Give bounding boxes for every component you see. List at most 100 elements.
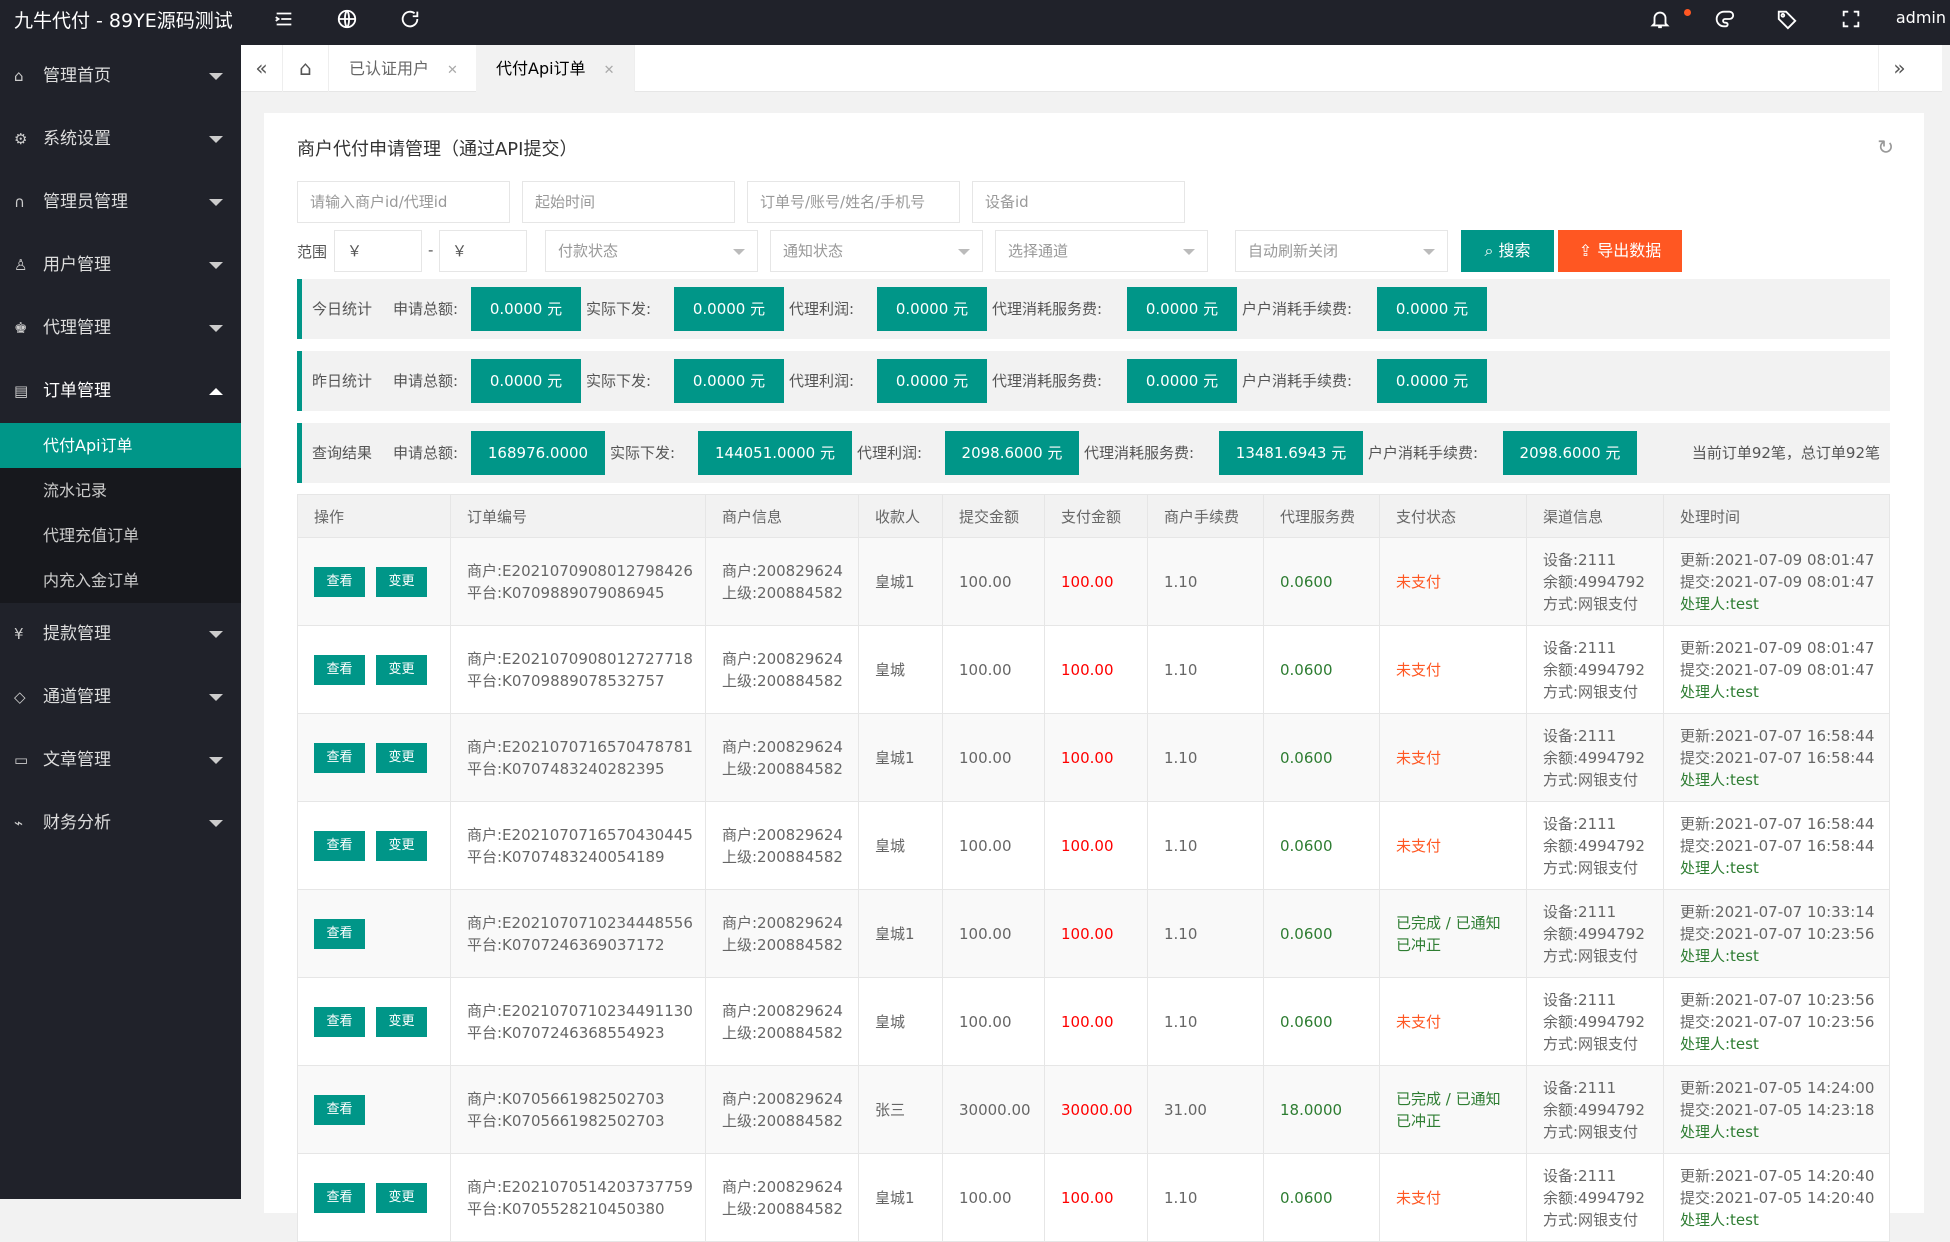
parent-id: 上级:200884582 bbox=[722, 935, 843, 954]
search-button[interactable]: ⌕ 搜索 bbox=[1461, 230, 1554, 272]
view-button[interactable]: 查看 bbox=[314, 830, 365, 861]
stat-label: 户户消耗手续费: bbox=[1242, 300, 1353, 318]
user-menu[interactable]: admin bbox=[1896, 8, 1946, 27]
change-button[interactable]: 变更 bbox=[376, 654, 427, 685]
order-number-cell: 商户:E2021070710234448556 平台:K0707246369037… bbox=[450, 889, 706, 978]
column-header: 支付状态 bbox=[1379, 494, 1527, 538]
top-header: 九牛代付 - 89YE源码测试 admin bbox=[0, 0, 1950, 45]
sidebar-sub-agent-recharge[interactable]: 代理充值订单 bbox=[0, 513, 241, 558]
bell-icon[interactable] bbox=[1647, 8, 1673, 34]
process-time-cell: 更新:2021-07-07 16:58:44 提交:2021-07-07 16:5… bbox=[1663, 713, 1890, 802]
tabs-prev-icon[interactable]: « bbox=[241, 45, 283, 92]
merchant-fee-cell: 1.10 bbox=[1147, 1153, 1264, 1242]
close-icon[interactable]: ✕ bbox=[604, 63, 615, 78]
tabs-next-icon[interactable]: » bbox=[1878, 45, 1920, 92]
column-header: 提交金额 bbox=[942, 494, 1045, 538]
parent-id: 上级:200884582 bbox=[722, 1199, 843, 1218]
view-button[interactable]: 查看 bbox=[314, 566, 365, 597]
tab-label: 代付Api订单 bbox=[496, 59, 586, 78]
view-button[interactable]: 查看 bbox=[314, 1094, 365, 1125]
sidebar-item-orders[interactable]: ▤ 订单管理 bbox=[0, 360, 241, 423]
change-button[interactable]: 变更 bbox=[376, 566, 427, 597]
device-id: 设备:2111 bbox=[1543, 726, 1617, 745]
view-button[interactable]: 查看 bbox=[314, 654, 365, 685]
sidebar-sub-api-orders[interactable]: 代付Api订单 bbox=[0, 423, 241, 468]
stat-label: 代理消耗服务费: bbox=[992, 300, 1103, 318]
sidebar-item-withdraw[interactable]: ¥ 提款管理 bbox=[0, 603, 241, 666]
export-button[interactable]: ⇪ 导出数据 bbox=[1558, 230, 1682, 272]
channel-select[interactable]: 选择通道 bbox=[995, 230, 1208, 272]
start-time-input[interactable]: 起始时间 bbox=[522, 181, 735, 223]
device-id-input[interactable]: 设备id bbox=[972, 181, 1185, 223]
view-button[interactable]: 查看 bbox=[314, 742, 365, 773]
merchant-order-no: 商户:E2021070716570430445 bbox=[467, 825, 693, 844]
paid-amount-cell: 100.00 bbox=[1044, 977, 1148, 1066]
merchant-fee-cell: 1.10 bbox=[1147, 801, 1264, 890]
sidebar-item-admins[interactable]: ∩ 管理员管理 bbox=[0, 171, 241, 234]
sidebar-item-label: 财务分析 bbox=[43, 813, 111, 833]
balance: 余额:4994792 bbox=[1543, 660, 1645, 679]
reload-icon[interactable]: ↻ bbox=[1877, 135, 1894, 159]
column-header: 商户信息 bbox=[705, 494, 859, 538]
range-dash: - bbox=[428, 241, 434, 259]
agent-fee-cell: 0.0600 bbox=[1263, 713, 1380, 802]
change-button[interactable]: 变更 bbox=[376, 1182, 427, 1213]
close-icon[interactable]: ✕ bbox=[447, 63, 458, 78]
sidebar-item-users[interactable]: ♙ 用户管理 bbox=[0, 234, 241, 297]
sidebar-item-label: 通道管理 bbox=[43, 687, 111, 707]
range-min-input[interactable]: ￥ bbox=[334, 230, 422, 272]
sidebar-item-channels[interactable]: ◇ 通道管理 bbox=[0, 666, 241, 729]
theme-icon[interactable] bbox=[1711, 8, 1737, 34]
range-max-input[interactable]: ￥ bbox=[439, 230, 527, 272]
merchant-id-input[interactable]: 请输入商户id/代理id bbox=[297, 181, 510, 223]
order-search-input[interactable]: 订单号/账号/姓名/手机号 bbox=[747, 181, 960, 223]
paid-amount-cell: 100.00 bbox=[1044, 537, 1148, 626]
tab-verified-users[interactable]: 已认证用户 ✕ bbox=[329, 45, 479, 92]
refresh-icon[interactable] bbox=[397, 8, 423, 34]
table-row: 查看 变更 商户:E2021070716570430445 平台:K070748324… bbox=[297, 801, 1890, 890]
table-row: 查看 变更 商户:E2021070908012798426 平台:K070988907… bbox=[297, 537, 1890, 626]
auto-refresh-select[interactable]: 自动刷新关闭 bbox=[1235, 230, 1448, 272]
notify-status-select[interactable]: 通知状态 bbox=[770, 230, 983, 272]
parent-id: 上级:200884582 bbox=[722, 759, 843, 778]
sidebar-sub-flow-records[interactable]: 流水记录 bbox=[0, 468, 241, 513]
sidebar-item-agents[interactable]: ♚ 代理管理 bbox=[0, 297, 241, 360]
change-button[interactable]: 变更 bbox=[376, 742, 427, 773]
sidebar-item-home[interactable]: ⌂ 管理首页 bbox=[0, 45, 241, 108]
device-id: 设备:2111 bbox=[1543, 550, 1617, 569]
actions-cell: 查看 变更 bbox=[297, 977, 451, 1066]
column-header: 商户手续费 bbox=[1147, 494, 1264, 538]
fullscreen-icon[interactable] bbox=[1838, 8, 1864, 34]
sidebar-item-label: 系统设置 bbox=[43, 129, 111, 149]
parent-id: 上级:200884582 bbox=[722, 583, 843, 602]
process-time-cell: 更新:2021-07-07 16:58:44 提交:2021-07-07 16:5… bbox=[1663, 801, 1890, 890]
scrollbar[interactable] bbox=[1942, 45, 1950, 1199]
change-button[interactable]: 变更 bbox=[376, 830, 427, 861]
sidebar-item-finance[interactable]: ⌁ 财务分析 bbox=[0, 792, 241, 855]
view-button[interactable]: 查看 bbox=[314, 918, 365, 949]
query-actual-value: 144051.0000 元 bbox=[698, 431, 852, 475]
view-button[interactable]: 查看 bbox=[314, 1182, 365, 1213]
pay-method: 方式:网银支付 bbox=[1543, 858, 1639, 877]
tab-api-orders[interactable]: 代付Api订单 ✕ bbox=[476, 45, 636, 92]
process-time-cell: 更新:2021-07-05 14:20:40 提交:2021-07-05 14:2… bbox=[1663, 1153, 1890, 1242]
sidebar-item-system[interactable]: ⚙ 系统设置 bbox=[0, 108, 241, 171]
merchant-order-no: 商户:E2021070908012727718 bbox=[467, 649, 693, 668]
pay-status: 未支付 bbox=[1396, 836, 1442, 855]
sidebar-item-articles[interactable]: ▭ 文章管理 bbox=[0, 729, 241, 792]
order-icon: ▤ bbox=[14, 382, 29, 400]
sidebar-sub-internal-deposit[interactable]: 内充入金订单 bbox=[0, 558, 241, 603]
pay-status: 未支付 bbox=[1396, 748, 1442, 767]
balance: 余额:4994792 bbox=[1543, 572, 1645, 591]
merchant-order-no: 商户:K0705661982502703 bbox=[467, 1089, 665, 1108]
home-tab-icon[interactable]: ⌂ bbox=[283, 45, 329, 92]
update-time: 更新:2021-07-07 10:23:56 bbox=[1680, 990, 1875, 1009]
stat-label: 代理利润: bbox=[857, 444, 923, 462]
stat-label: 申请总额: bbox=[393, 372, 459, 390]
tag-icon[interactable] bbox=[1774, 8, 1800, 34]
menu-fold-icon[interactable] bbox=[271, 8, 297, 34]
view-button[interactable]: 查看 bbox=[314, 1006, 365, 1037]
change-button[interactable]: 变更 bbox=[376, 1006, 427, 1037]
globe-icon[interactable] bbox=[334, 8, 360, 34]
pay-status-select[interactable]: 付款状态 bbox=[545, 230, 758, 272]
